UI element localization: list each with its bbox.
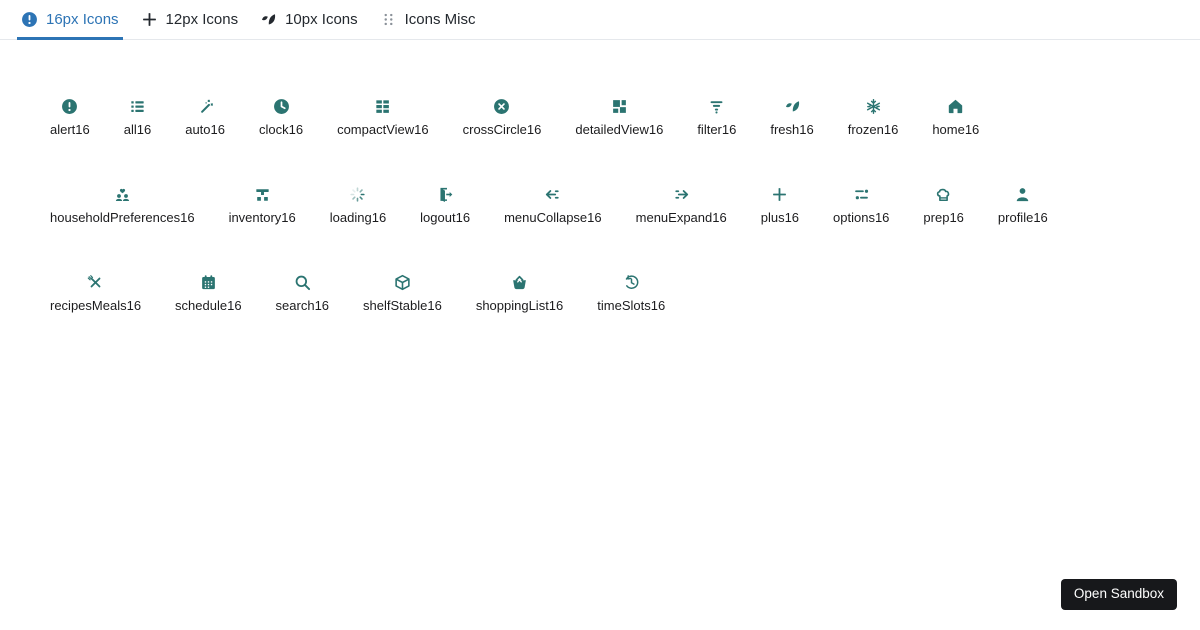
- icon-item-schedule16: schedule16: [175, 273, 242, 312]
- tab-label: 16px Icons: [46, 11, 119, 28]
- icon-label: fresh16: [770, 122, 814, 137]
- icon-label: recipesMeals16: [50, 298, 142, 313]
- icon-item-prep16: prep16: [923, 185, 964, 225]
- tab-10px-icons[interactable]: 10px Icons: [258, 0, 360, 39]
- icon-item-menuCollapse16: menuCollapse16: [504, 185, 602, 224]
- icon-label: home16: [932, 122, 980, 137]
- tab-12px-icons[interactable]: 12px Icons: [139, 0, 241, 39]
- icon-label: crossCircle16: [462, 122, 542, 137]
- icon-item-home16: home16: [932, 97, 979, 136]
- tab-16px-icons[interactable]: 16px Icons: [17, 0, 123, 40]
- grid-dots-icon: [380, 11, 397, 28]
- icon-item-recipesMeals16: recipesMeals16: [50, 273, 141, 312]
- icon-label: menuExpand16: [635, 210, 727, 225]
- icon-item-frozen16: frozen16: [847, 97, 899, 137]
- icon-item-crossCircle16: crossCircle16: [462, 97, 542, 137]
- compact-view-icon: [374, 97, 392, 115]
- alert-icon: [21, 11, 38, 28]
- icon-item-shelfStable16: shelfStable16: [363, 273, 442, 312]
- leaf-icon: [260, 11, 277, 28]
- icon-label: search16: [275, 298, 330, 313]
- icon-item-menuExpand16: menuExpand16: [636, 185, 727, 224]
- icon-item-loading16: loading16: [330, 185, 386, 224]
- icon-item-plus16: plus16: [761, 185, 799, 224]
- door-arrow-icon: [436, 185, 454, 203]
- icon-label: plus16: [760, 210, 800, 225]
- basket-icon: [511, 273, 529, 291]
- list-icon: [128, 97, 146, 115]
- icon-label: schedule16: [175, 298, 242, 313]
- icon-label: profile16: [997, 210, 1048, 225]
- magnifier-icon: [293, 273, 311, 291]
- icon-item-alert16: alert16: [50, 97, 90, 136]
- tab-label: 12px Icons: [165, 11, 239, 28]
- icon-label: logout16: [420, 210, 471, 225]
- snowflake-icon: [864, 97, 882, 115]
- arrow-left-lines-icon: [544, 185, 562, 203]
- icon-item-filter16: filter16: [697, 97, 736, 136]
- icon-label: auto16: [185, 122, 225, 137]
- icon-item-logout16: logout16: [420, 185, 470, 224]
- clock-history-icon: [622, 273, 640, 291]
- utensils-icon: [87, 273, 105, 291]
- clock-icon: [272, 97, 290, 115]
- filter-icon: [708, 97, 726, 115]
- icon-item-inventory16: inventory16: [229, 185, 296, 224]
- tab-label: Icons Misc: [404, 11, 476, 28]
- plus-icon: [141, 11, 158, 28]
- icon-label: all16: [123, 122, 152, 137]
- icon-label: prep16: [923, 210, 964, 225]
- tab-label: 10px Icons: [285, 11, 358, 28]
- arrow-right-lines-icon: [672, 185, 690, 203]
- cube-icon: [393, 273, 411, 291]
- cross-circle-icon: [493, 97, 511, 115]
- person-icon: [1014, 185, 1032, 203]
- icon-item-profile16: profile16: [998, 185, 1048, 224]
- home-icon: [947, 97, 965, 115]
- icon-item-detailedView16: detailedView16: [575, 97, 663, 136]
- icon-label: householdPreferences16: [50, 210, 195, 225]
- hierarchy-icon: [253, 185, 271, 203]
- icon-item-householdPreferences16: householdPreferences16: [50, 185, 195, 224]
- leaf-icon: [783, 97, 801, 115]
- icon-label: frozen16: [847, 122, 899, 137]
- icon-item-search16: search16: [276, 273, 329, 312]
- spinner-icon: [349, 185, 367, 203]
- tab-icons-misc[interactable]: Icons Misc: [378, 0, 478, 39]
- icon-item-options16: options16: [833, 185, 889, 224]
- tab-bar: 16px Icons 12px Icons 10px Icons Icons M…: [0, 0, 1200, 40]
- icon-label: loading16: [329, 210, 387, 225]
- family-heart-icon: [113, 185, 131, 203]
- icon-item-fresh16: fresh16: [770, 97, 814, 137]
- icon-item-clock16: clock16: [259, 97, 303, 136]
- icon-label: filter16: [697, 122, 737, 137]
- alert-icon: [61, 97, 79, 115]
- icon-label: clock16: [258, 122, 304, 137]
- icon-label: menuCollapse16: [504, 210, 602, 225]
- icon-label: detailedView16: [575, 122, 664, 137]
- icon-item-shoppingList16: shoppingList16: [476, 273, 563, 312]
- icon-label: timeSlots16: [597, 298, 666, 313]
- plus-icon: [771, 185, 789, 203]
- icon-item-all16: all16: [124, 97, 151, 136]
- icon-item-timeSlots16: timeSlots16: [597, 273, 665, 312]
- icon-label: shoppingList16: [475, 298, 564, 313]
- icon-label: shelfStable16: [363, 298, 442, 313]
- calendar-icon: [199, 273, 217, 291]
- open-sandbox-button[interactable]: Open Sandbox: [1060, 579, 1177, 610]
- chef-hat-icon: [935, 185, 953, 203]
- sliders-icon: [852, 185, 870, 203]
- magic-wand-icon: [196, 97, 214, 115]
- detailed-view-icon: [610, 97, 628, 115]
- icon-label: inventory16: [228, 210, 296, 225]
- icon-item-auto16: auto16: [185, 97, 225, 136]
- icon-item-compactView16: compactView16: [337, 97, 429, 136]
- icon-label: alert16: [50, 122, 90, 137]
- icon-grid: alert16 all16 auto16 clock16 compactView16 cr…: [0, 40, 1200, 361]
- icon-label: options16: [833, 210, 890, 225]
- icon-label: compactView16: [337, 122, 429, 137]
